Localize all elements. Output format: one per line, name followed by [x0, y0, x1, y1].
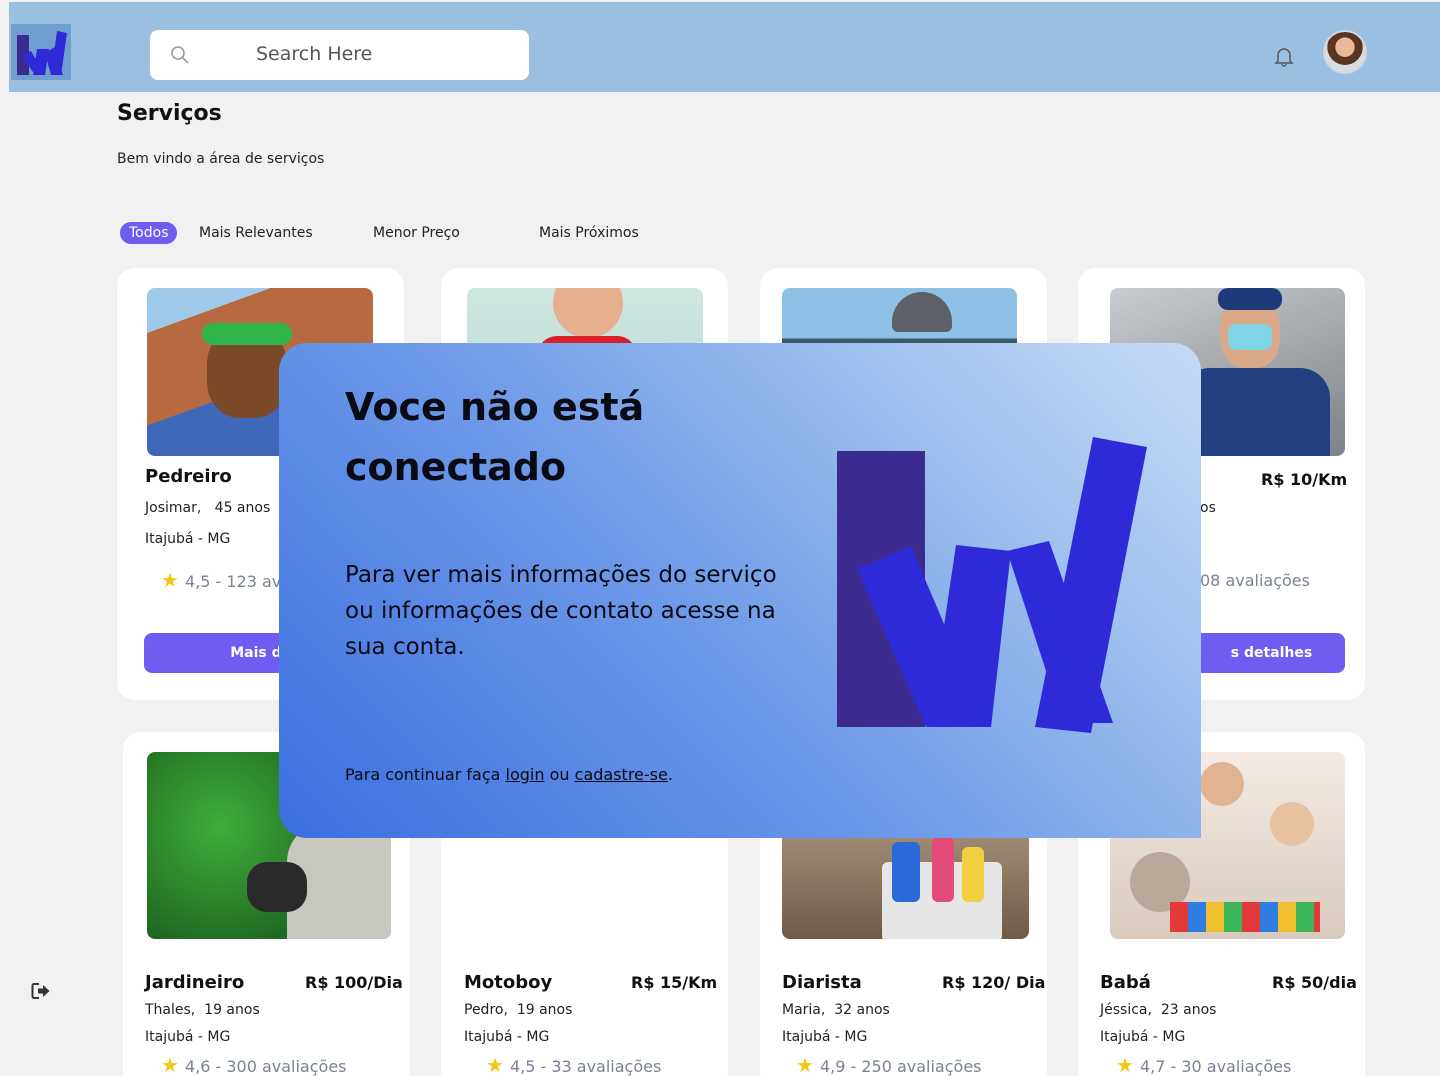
card-rating: ★ 4,5 - 123 ava [161, 568, 292, 592]
star-icon: ★ [486, 1053, 504, 1076]
card-rating: ★ 4,9 - 250 avaliações [796, 1053, 982, 1076]
star-icon: ★ [1116, 1053, 1134, 1076]
card-title: Babá [1100, 972, 1151, 993]
card-price: R$ 100/Dia [305, 973, 403, 992]
user-avatar[interactable] [1323, 30, 1367, 74]
login-link[interactable]: login [506, 765, 545, 784]
filter-mais-proximos[interactable]: Mais Próximos [539, 222, 639, 244]
card-price: R$ 50/dia [1272, 973, 1357, 992]
star-icon: ★ [161, 568, 179, 592]
card-price: R$ 120/ Dia [942, 973, 1046, 992]
card-rating: ★ 4,7 - 30 avaliações [1116, 1053, 1292, 1076]
card-rating: ★ 4,6 - 300 avaliações [161, 1053, 347, 1076]
card-price: R$ 15/Km [631, 973, 718, 992]
card-age: os [1200, 500, 1216, 516]
page-subtitle: Bem vindo a área de serviços [117, 151, 325, 167]
card-rating: ★ 4,5 - 33 avaliações [486, 1053, 662, 1076]
search-icon [170, 45, 190, 69]
card-name: Pedro, 19 anos [464, 1002, 573, 1018]
card-location: Itajubá - MG [464, 1029, 550, 1045]
page-title: Serviços [117, 101, 222, 126]
search-input[interactable] [256, 43, 506, 65]
card-location: Itajubá - MG [782, 1029, 868, 1045]
logout-icon[interactable] [31, 982, 51, 1004]
card-price: R$ 10/Km [1261, 470, 1348, 489]
card-name: Jéssica, 23 anos [1100, 1002, 1217, 1018]
brand-logo[interactable] [11, 24, 71, 80]
card-name: Josimar, 45 anos [145, 500, 271, 516]
filter-menor-preco[interactable]: Menor Preço [373, 222, 460, 244]
modal-title: Voce não está conectado [345, 385, 645, 489]
login-required-modal: Voce não está conectado Para ver mais in… [279, 343, 1201, 838]
card-title: Diarista [782, 972, 862, 993]
brand-logo-large [831, 431, 1161, 745]
card-title: Motoboy [464, 972, 553, 993]
filter-todos[interactable]: Todos [120, 222, 178, 244]
card-location: Itajubá - MG [1100, 1029, 1186, 1045]
bell-icon[interactable] [1273, 45, 1295, 71]
card-title: Pedreiro [145, 466, 232, 487]
card-name: Thales, 19 anos [145, 1002, 260, 1018]
card-location: Itajubá - MG [145, 1029, 231, 1045]
search-bar[interactable] [150, 30, 529, 80]
card-name: Maria, 32 anos [782, 1002, 890, 1018]
card-title: Jardineiro [145, 972, 245, 993]
card-rating: 08 avaliações [1200, 571, 1310, 590]
star-icon: ★ [796, 1053, 814, 1076]
star-icon: ★ [161, 1053, 179, 1076]
signup-link[interactable]: cadastre-se [575, 765, 668, 784]
top-bar [9, 2, 1440, 92]
modal-body: Para ver mais informações do serviço ou … [345, 562, 777, 660]
filter-mais-relevantes[interactable]: Mais Relevantes [199, 222, 313, 244]
card-location: Itajubá - MG [145, 531, 231, 547]
modal-footer: Para continuar faça login ou cadastre-se… [345, 765, 673, 784]
